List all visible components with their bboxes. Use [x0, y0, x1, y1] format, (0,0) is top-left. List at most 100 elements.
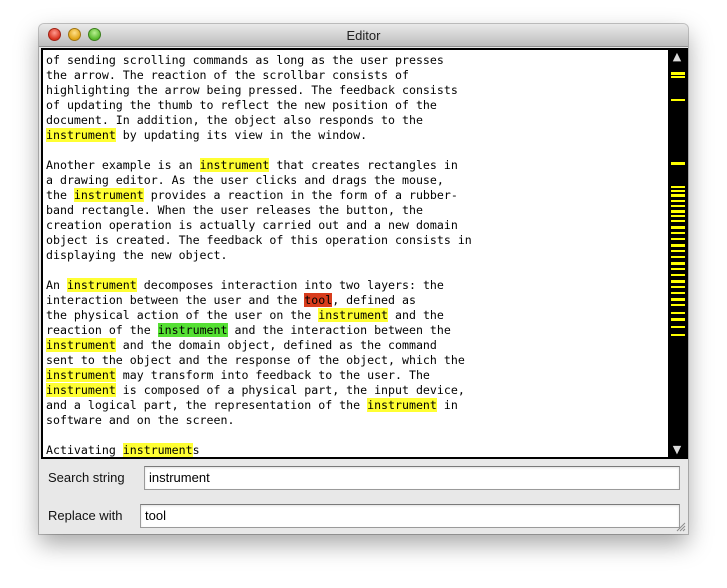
- text-segment: , defined as: [332, 293, 416, 307]
- text-segment: the physical action of the user on the: [46, 308, 319, 322]
- resize-grip-icon[interactable]: [676, 522, 686, 532]
- editor-line[interactable]: the instrument provides a reaction in th…: [46, 188, 458, 203]
- scrollbar-match-marker: [671, 99, 685, 101]
- text-segment: Another example is an: [46, 158, 200, 172]
- editor-line[interactable]: instrument may transform into feedback t…: [46, 368, 430, 383]
- scrollbar-match-marker: [671, 232, 685, 234]
- search-string-label: Search string: [48, 470, 125, 485]
- text-segment: is composed of a physical part, the inpu…: [115, 383, 465, 397]
- scrollbar-match-marker: [671, 162, 685, 165]
- editor-line[interactable]: the arrow. The reaction of the scrollbar…: [46, 68, 409, 83]
- window-title: Editor: [346, 28, 381, 43]
- search-row: Search string instrument: [39, 460, 688, 496]
- scrollbar-match-marker: [671, 286, 685, 288]
- text-segment: the arrow. The reaction of the scrollbar…: [46, 68, 409, 82]
- text-editor[interactable]: of sending scrolling commands as long as…: [41, 48, 688, 459]
- editor-line[interactable]: document. In addition, the object also r…: [46, 113, 423, 128]
- editor-line[interactable]: sent to the object and the response of t…: [46, 353, 465, 368]
- editor-line[interactable]: highlighting the arrow being pressed. Th…: [46, 83, 458, 98]
- scrollbar-match-marker: [671, 238, 685, 240]
- text-segment: the: [46, 188, 74, 202]
- editor-line[interactable]: instrument by updating its view in the w…: [46, 128, 367, 143]
- scrollbar-match-marker: [671, 190, 685, 192]
- editor-line[interactable]: band rectangle. When the user releases t…: [46, 203, 423, 218]
- match-highlight: instrument: [199, 158, 270, 172]
- editor-line[interactable]: the physical action of the user on the i…: [46, 308, 444, 323]
- editor-window: Editor of sending scrolling commands as …: [39, 24, 688, 534]
- editor-line[interactable]: Another example is an instrument that cr…: [46, 158, 458, 173]
- scrollbar-match-marker: [671, 72, 685, 75]
- scrollbar-match-marker: [671, 256, 685, 258]
- match-highlight: instrument: [46, 383, 116, 397]
- text-segment: software and on the screen.: [46, 413, 235, 427]
- text-segment: and the domain object, defined as the co…: [115, 338, 437, 352]
- scrollbar-match-marker: [671, 200, 685, 202]
- text-segment: decomposes interaction into two layers: …: [136, 278, 444, 292]
- text-segment: object is created. The feedback of this …: [46, 233, 472, 247]
- editor-line[interactable]: of sending scrolling commands as long as…: [46, 53, 444, 68]
- scrollbar-match-marker: [671, 292, 685, 294]
- editor-line[interactable]: Activating instruments: [46, 443, 200, 457]
- editor-line[interactable]: a drawing editor. As the user clicks and…: [46, 173, 444, 188]
- scrollbar-match-marker: [671, 226, 685, 229]
- match-highlight: instrument: [73, 188, 144, 202]
- text-segment: that creates rectangles in: [269, 158, 458, 172]
- text-segment: a drawing editor. As the user clicks and…: [46, 173, 444, 187]
- replaced-text-highlight: tool: [304, 293, 333, 307]
- replace-with-label: Replace with: [48, 508, 123, 523]
- editor-line[interactable]: displaying the new object.: [46, 248, 227, 263]
- text-segment: s: [192, 443, 200, 457]
- replace-row: Replace with tool: [39, 498, 688, 534]
- scrollbar-match-marker: [671, 304, 685, 306]
- editor-line[interactable]: interaction between the user and the too…: [46, 293, 416, 308]
- text-segment: creation operation is actually carried o…: [46, 218, 458, 232]
- text-segment: interaction between the user and the: [46, 293, 305, 307]
- match-highlight: instrument: [46, 368, 116, 382]
- replace-with-input[interactable]: tool: [140, 504, 680, 528]
- editor-line[interactable]: software and on the screen.: [46, 413, 234, 428]
- title-bar[interactable]: Editor: [39, 24, 688, 47]
- editor-line[interactable]: of updating the thumb to reflect the new…: [46, 98, 437, 113]
- current-match-highlight: instrument: [157, 323, 228, 337]
- scrollbar-match-marker: [671, 326, 685, 328]
- editor-line[interactable]: instrument is composed of a physical par…: [46, 383, 465, 398]
- scrollbar-match-marker: [671, 76, 685, 78]
- text-segment: provides a reaction in the form of a rub…: [143, 188, 458, 202]
- scrollbar-match-marker: [671, 318, 685, 321]
- text-segment: in: [436, 398, 458, 412]
- editor-line[interactable]: object is created. The feedback of this …: [46, 233, 472, 248]
- text-segment: and the: [388, 308, 444, 322]
- scrollbar-match-marker: [671, 298, 685, 301]
- scrollbar-match-marker: [671, 186, 685, 188]
- match-highlight: instrument: [46, 338, 116, 352]
- scrollbar-match-marker: [671, 194, 685, 197]
- scrollbar-match-marker: [671, 280, 685, 283]
- scrollbar-match-marker: [671, 312, 685, 314]
- scrollbar-match-marker: [671, 215, 685, 217]
- match-highlight: instrument: [66, 278, 137, 292]
- editor-line[interactable]: An instrument decomposes interaction int…: [46, 278, 444, 293]
- text-segment: may transform into feedback to the user.…: [115, 368, 430, 382]
- text-segment: band rectangle. When the user releases t…: [46, 203, 423, 217]
- text-segment: of updating the thumb to reflect the new…: [46, 98, 437, 112]
- text-segment: and a logical part, the representation o…: [46, 398, 368, 412]
- editor-text-area[interactable]: of sending scrolling commands as long as…: [43, 50, 663, 457]
- scrollbar-match-marker: [671, 268, 685, 270]
- vertical-scrollbar[interactable]: ▲ ▼: [668, 50, 686, 457]
- scroll-down-arrow-icon[interactable]: ▼: [671, 444, 683, 456]
- text-segment: Activating: [46, 443, 123, 457]
- editor-line[interactable]: and a logical part, the representation o…: [46, 398, 458, 413]
- editor-line[interactable]: instrument and the domain object, define…: [46, 338, 437, 353]
- match-highlight: instrument: [367, 398, 437, 412]
- editor-line[interactable]: creation operation is actually carried o…: [46, 218, 458, 233]
- scrollbar-match-marker: [671, 250, 685, 252]
- text-segment: document. In addition, the object also r…: [46, 113, 423, 127]
- text-segment: by updating its view in the window.: [115, 128, 368, 142]
- search-string-input[interactable]: instrument: [144, 466, 680, 490]
- match-highlight: instrument: [318, 308, 389, 322]
- match-highlight: instrument: [46, 128, 116, 142]
- scroll-up-arrow-icon[interactable]: ▲: [671, 51, 683, 63]
- editor-line[interactable]: reaction of the instrument and the inter…: [46, 323, 451, 338]
- scrollbar-match-marker: [671, 210, 685, 213]
- text-segment: sent to the object and the response of t…: [46, 353, 465, 367]
